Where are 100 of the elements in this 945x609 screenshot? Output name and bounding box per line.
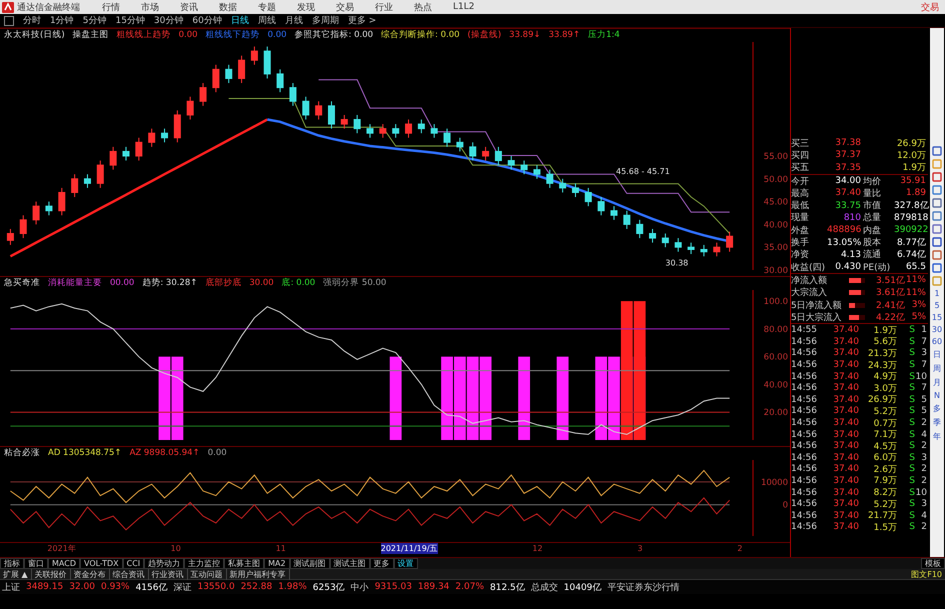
indicator-tab[interactable]: 窗口 [24,558,48,569]
indicator-tab[interactable]: 主力监控 [184,558,224,569]
quote-label: 买三 [791,138,810,150]
period-button[interactable]: 周 [933,363,941,374]
period-button[interactable]: N [934,391,940,400]
indicator-tab[interactable]: CCI [122,558,144,569]
period-tab[interactable]: 日线 [230,14,249,27]
indicator-tab[interactable]: 指标 [0,558,24,569]
candlestick [340,114,348,130]
tick-count: 7 [920,383,928,394]
menu-item[interactable]: 交易 [336,0,354,14]
menu-item[interactable]: 热点 [414,0,432,14]
tick-time: 14:56 [791,441,818,452]
toolbar-square-icon[interactable] [932,237,942,247]
period-tab[interactable]: 15分钟 [115,14,145,27]
candlestick [546,169,554,188]
menu-item[interactable]: 发现 [297,0,315,14]
tick-price: 37.40 [832,418,859,428]
menu-item[interactable]: 行业 [375,0,393,14]
window-toggle-icon[interactable] [4,16,14,26]
period-button[interactable]: 5 [934,301,940,310]
toolbar-square-icon[interactable] [932,172,942,182]
toolbar-square-icon[interactable] [932,198,942,208]
quote-label: 收益(四) [791,262,826,274]
indicator-tab[interactable]: 测试主图 [330,558,370,569]
period-button[interactable]: 60 [932,337,942,346]
legend-text: 00.00 [110,277,134,290]
price-label: 45.68 - 45.71 [616,167,670,176]
axis-tick-label: 30.00 [764,266,788,276]
toolbar-square-icon[interactable] [932,224,942,234]
tick-side: S [908,510,915,521]
period-button[interactable]: 日 [933,349,941,360]
candlestick [444,128,451,148]
legend-text: 30.00 [249,277,274,290]
legend-text: (操盘线) [468,29,502,42]
indicator-tab[interactable]: 测试副图 [290,558,330,569]
period-tab[interactable]: 多周期 [312,14,339,27]
period-tab[interactable]: 更多 > [348,14,376,27]
toolbar-square-icon[interactable] [932,211,942,221]
period-button[interactable]: 多 [933,403,941,414]
template-button[interactable]: 模板 [921,558,945,569]
tick-side: S [908,441,915,452]
menu-item[interactable]: 行情 [102,0,120,14]
toolbar-square-icon[interactable] [932,185,942,195]
indicator-tab[interactable]: 设置 [394,558,418,569]
period-tab[interactable]: 30分钟 [154,14,184,27]
date-label: 2 [737,544,742,552]
candlestick [289,82,296,106]
toolbar-square-icon[interactable] [932,250,942,260]
candlestick [392,124,400,138]
quote-value: 1.9万 [902,162,927,174]
period-tab[interactable]: 60分钟 [192,14,222,27]
indicator-tab[interactable]: MACD [48,558,80,569]
period-button[interactable]: 1 [934,289,940,298]
f10-link[interactable]: 图文F10 [911,568,942,580]
index-turnover: 4156亿 [136,582,168,594]
quote-value: 13.05% [827,238,861,248]
period-tab[interactable]: 1分钟 [50,14,74,27]
tick-price: 37.40 [832,522,859,532]
candlestick [71,174,78,198]
tick-time: 14:56 [791,488,818,498]
quote-value: 12.0万 [896,150,927,162]
candlestick [649,228,656,244]
menu-item[interactable]: 市场 [141,0,159,14]
indicator-tab[interactable]: 更多 [370,558,394,569]
period-button[interactable]: 15 [932,313,942,322]
indicator-tab[interactable]: MA2 [264,558,290,569]
candlestick [200,82,207,106]
menu-item[interactable]: 资讯 [180,0,198,14]
tick-price: 37.40 [832,372,859,382]
toolbar-square-icon[interactable] [932,146,942,156]
flow-share: 3% [910,300,927,310]
toolbar-square-icon[interactable] [932,263,942,273]
indicator-tab[interactable]: 私募主图 [224,558,264,569]
trade-link[interactable]: 交易 [921,0,939,14]
menu-item[interactable]: 数据 [219,0,237,14]
tick-side: S [908,325,915,336]
index-value: 3489.15 [26,582,64,592]
tick-price: 37.40 [832,360,859,370]
indicator-tab[interactable]: VOL-TDX [80,558,123,569]
tick-count: 1 [920,325,928,336]
period-button[interactable]: 30 [932,325,942,334]
period-tab[interactable]: 周线 [258,14,276,27]
quote-label: 市值 [862,200,882,212]
period-tab[interactable]: 5分钟 [82,14,106,27]
legend-text: 33.89↑ [548,29,580,42]
period-button[interactable]: 年 [933,431,941,442]
broker-name: 平安证券东沙行情 [607,582,680,594]
period-button[interactable]: 季 [933,417,941,428]
tick-count: 3 [920,499,928,510]
indicator-tab[interactable]: 趋势动力 [144,558,184,569]
legend-text: 底部抄底 [205,277,242,290]
menu-item[interactable]: 专题 [258,0,276,14]
period-button[interactable]: 月 [933,377,941,388]
period-tab[interactable]: 分时 [23,14,41,27]
candlestick [122,146,130,162]
legend-text: 33.89↓ [509,29,541,42]
tick-price: 37.40 [832,441,859,452]
menu-item[interactable]: L1L2 [453,2,474,12]
period-tab[interactable]: 月线 [284,14,303,27]
